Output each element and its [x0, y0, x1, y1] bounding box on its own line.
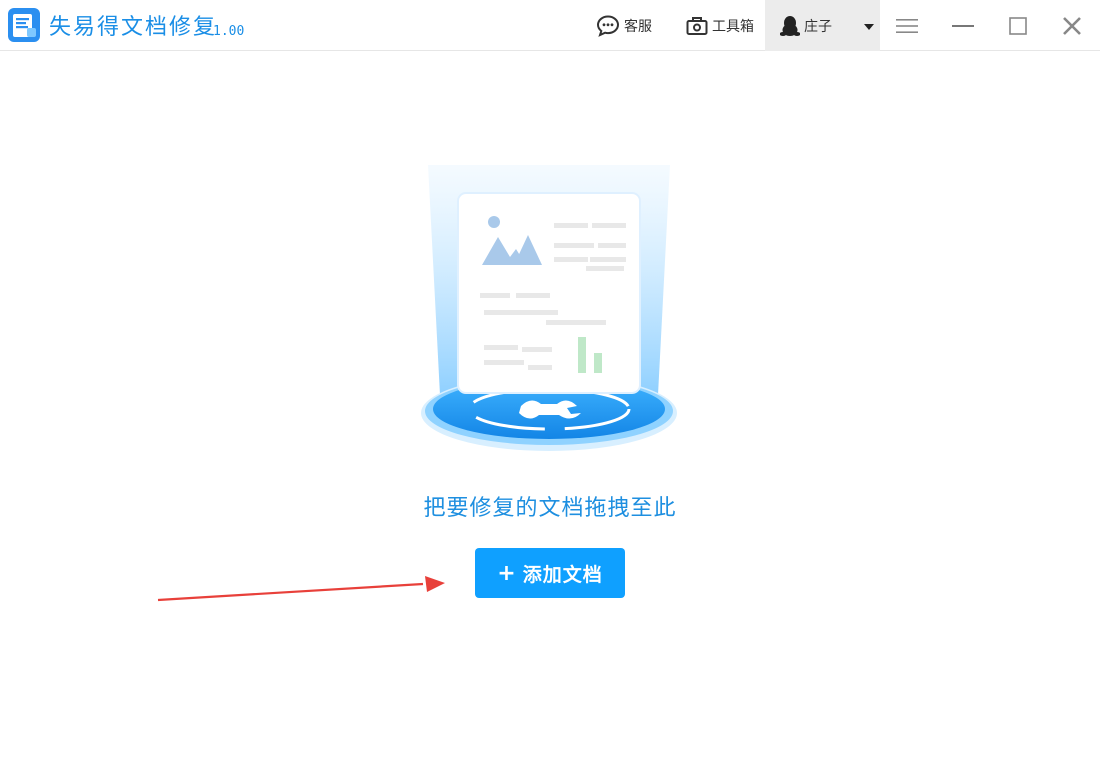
document-repair-illustration-icon: [421, 165, 677, 451]
user-account-button[interactable]: 庄子: [780, 0, 832, 51]
annotation-arrow-icon: [157, 576, 445, 602]
toolbox-icon: [686, 16, 708, 35]
caret-down-icon[interactable]: [862, 20, 876, 34]
maximize-icon[interactable]: [1005, 13, 1031, 39]
close-icon[interactable]: [1059, 13, 1085, 39]
app-title: 失易得文档修复: [49, 15, 218, 40]
hamburger-icon[interactable]: [894, 13, 920, 39]
customer-service-button[interactable]: 客服: [596, 0, 652, 51]
qq-penguin-icon: [780, 15, 800, 36]
app-version: 1.00: [213, 24, 245, 39]
drop-files-hint: 把要修复的文档拖拽至此: [423, 496, 677, 521]
chat-bubble-icon: [596, 14, 620, 37]
toolbox-label: 工具箱: [712, 18, 754, 35]
plus-icon: +: [497, 560, 517, 586]
title-bar: 失易得文档修复 1.00 客服 工具箱 庄子: [0, 0, 1100, 51]
customer-service-label: 客服: [624, 18, 652, 35]
add-document-label: 添加文档: [522, 563, 603, 586]
add-document-button[interactable]: + 添加文档: [475, 548, 625, 598]
user-name-label: 庄子: [804, 18, 832, 35]
toolbox-button[interactable]: 工具箱: [686, 0, 754, 51]
document-repair-logo-icon: [8, 8, 40, 42]
minimize-icon[interactable]: [950, 13, 976, 39]
